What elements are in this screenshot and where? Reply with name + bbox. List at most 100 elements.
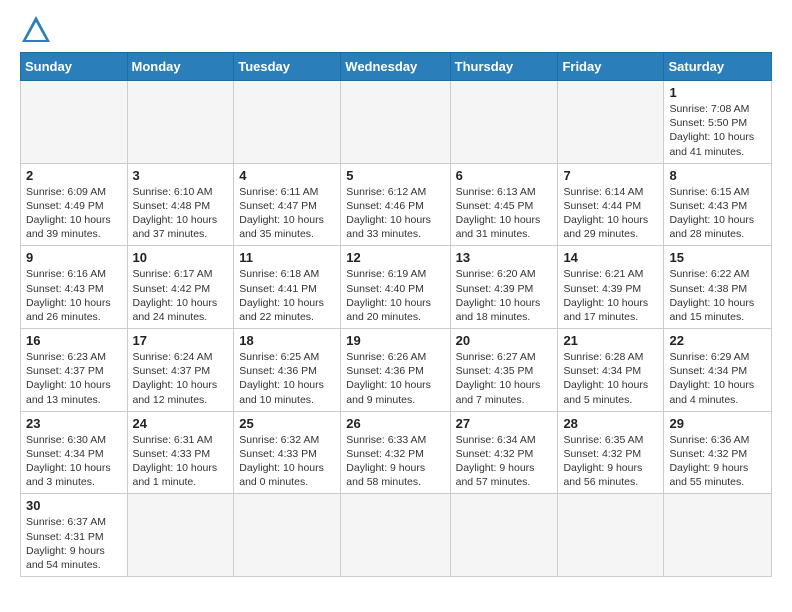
cell-info: Sunrise: 6:24 AM Sunset: 4:37 PM Dayligh…: [133, 350, 229, 407]
calendar-cell: [341, 81, 450, 164]
cell-info: Sunrise: 6:20 AM Sunset: 4:39 PM Dayligh…: [456, 267, 553, 324]
cell-info: Sunrise: 6:13 AM Sunset: 4:45 PM Dayligh…: [456, 185, 553, 242]
date-number: 26: [346, 416, 444, 431]
cell-info: Sunrise: 6:17 AM Sunset: 4:42 PM Dayligh…: [133, 267, 229, 324]
date-number: 27: [456, 416, 553, 431]
calendar-cell: 29Sunrise: 6:36 AM Sunset: 4:32 PM Dayli…: [664, 411, 772, 494]
logo: [20, 16, 50, 44]
cell-info: Sunrise: 6:11 AM Sunset: 4:47 PM Dayligh…: [239, 185, 335, 242]
date-number: 14: [563, 250, 658, 265]
calendar-cell: 5Sunrise: 6:12 AM Sunset: 4:46 PM Daylig…: [341, 163, 450, 246]
calendar-cell: [664, 494, 772, 577]
cell-info: Sunrise: 6:14 AM Sunset: 4:44 PM Dayligh…: [563, 185, 658, 242]
date-number: 2: [26, 168, 122, 183]
cell-info: Sunrise: 6:33 AM Sunset: 4:32 PM Dayligh…: [346, 433, 444, 490]
cell-info: Sunrise: 7:08 AM Sunset: 5:50 PM Dayligh…: [669, 102, 766, 159]
calendar-cell: 24 Sunrise: 6:31 AM Sunset: 4:33 PM Dayli…: [127, 411, 234, 494]
weekday-header-tuesday: Tuesday: [234, 53, 341, 81]
calendar-cell: 6 Sunrise: 6:13 AM Sunset: 4:45 PM Daylig…: [450, 163, 558, 246]
calendar-cell: 15Sunrise: 6:22 AM Sunset: 4:38 PM Dayli…: [664, 246, 772, 329]
cell-info: Sunrise: 6:16 AM Sunset: 4:43 PM Dayligh…: [26, 267, 122, 324]
date-number: 16: [26, 333, 122, 348]
date-number: 7: [563, 168, 658, 183]
cell-info: Sunrise: 6:31 AM Sunset: 4:33 PM Dayligh…: [133, 433, 229, 490]
calendar-header: SundayMondayTuesdayWednesdayThursdayFrid…: [21, 53, 772, 81]
date-number: 18: [239, 333, 335, 348]
calendar-cell: [127, 81, 234, 164]
date-number: 1: [669, 85, 766, 100]
calendar-cell: 26 Sunrise: 6:33 AM Sunset: 4:32 PM Dayli…: [341, 411, 450, 494]
calendar-cell: 28 Sunrise: 6:35 AM Sunset: 4:32 PM Dayli…: [558, 411, 664, 494]
calendar-cell: 20 Sunrise: 6:27 AM Sunset: 4:35 PM Dayli…: [450, 329, 558, 412]
calendar-cell: 14 Sunrise: 6:21 AM Sunset: 4:39 PM Dayli…: [558, 246, 664, 329]
week-row-5: 30Sunrise: 6:37 AM Sunset: 4:31 PM Dayli…: [21, 494, 772, 577]
calendar-cell: 4 Sunrise: 6:11 AM Sunset: 4:47 PM Daylig…: [234, 163, 341, 246]
calendar-cell: 3Sunrise: 6:10 AM Sunset: 4:48 PM Daylig…: [127, 163, 234, 246]
date-number: 9: [26, 250, 122, 265]
cell-info: Sunrise: 6:30 AM Sunset: 4:34 PM Dayligh…: [26, 433, 122, 490]
date-number: 11: [239, 250, 335, 265]
date-number: 3: [133, 168, 229, 183]
date-number: 24: [133, 416, 229, 431]
cell-info: Sunrise: 6:15 AM Sunset: 4:43 PM Dayligh…: [669, 185, 766, 242]
calendar-cell: 16 Sunrise: 6:23 AM Sunset: 4:37 PM Dayli…: [21, 329, 128, 412]
calendar-table: SundayMondayTuesdayWednesdayThursdayFrid…: [20, 52, 772, 577]
calendar-cell: 8 Sunrise: 6:15 AM Sunset: 4:43 PM Daylig…: [664, 163, 772, 246]
weekday-header-sunday: Sunday: [21, 53, 128, 81]
calendar-cell: 11 Sunrise: 6:18 AM Sunset: 4:41 PM Dayli…: [234, 246, 341, 329]
cell-info: Sunrise: 6:34 AM Sunset: 4:32 PM Dayligh…: [456, 433, 553, 490]
calendar-cell: 21Sunrise: 6:28 AM Sunset: 4:34 PM Dayli…: [558, 329, 664, 412]
calendar-cell: [558, 494, 664, 577]
cell-info: Sunrise: 6:19 AM Sunset: 4:40 PM Dayligh…: [346, 267, 444, 324]
cell-info: Sunrise: 6:18 AM Sunset: 4:41 PM Dayligh…: [239, 267, 335, 324]
date-number: 4: [239, 168, 335, 183]
date-number: 28: [563, 416, 658, 431]
calendar-cell: 12 Sunrise: 6:19 AM Sunset: 4:40 PM Dayli…: [341, 246, 450, 329]
date-number: 6: [456, 168, 553, 183]
cell-info: Sunrise: 6:21 AM Sunset: 4:39 PM Dayligh…: [563, 267, 658, 324]
date-number: 12: [346, 250, 444, 265]
weekday-header-thursday: Thursday: [450, 53, 558, 81]
cell-info: Sunrise: 6:26 AM Sunset: 4:36 PM Dayligh…: [346, 350, 444, 407]
calendar-cell: 18 Sunrise: 6:25 AM Sunset: 4:36 PM Dayli…: [234, 329, 341, 412]
week-row-4: 23Sunrise: 6:30 AM Sunset: 4:34 PM Dayli…: [21, 411, 772, 494]
cell-info: Sunrise: 6:37 AM Sunset: 4:31 PM Dayligh…: [26, 515, 122, 572]
calendar-cell: [234, 81, 341, 164]
calendar-cell: 23Sunrise: 6:30 AM Sunset: 4:34 PM Dayli…: [21, 411, 128, 494]
date-number: 20: [456, 333, 553, 348]
calendar-cell: [450, 494, 558, 577]
date-number: 17: [133, 333, 229, 348]
date-number: 22: [669, 333, 766, 348]
calendar-cell: 17 Sunrise: 6:24 AM Sunset: 4:37 PM Dayli…: [127, 329, 234, 412]
calendar-cell: 27 Sunrise: 6:34 AM Sunset: 4:32 PM Dayli…: [450, 411, 558, 494]
date-number: 13: [456, 250, 553, 265]
week-row-3: 16 Sunrise: 6:23 AM Sunset: 4:37 PM Dayli…: [21, 329, 772, 412]
cell-info: Sunrise: 6:27 AM Sunset: 4:35 PM Dayligh…: [456, 350, 553, 407]
calendar-cell: [234, 494, 341, 577]
date-number: 19: [346, 333, 444, 348]
cell-info: Sunrise: 6:35 AM Sunset: 4:32 PM Dayligh…: [563, 433, 658, 490]
calendar-cell: 25Sunrise: 6:32 AM Sunset: 4:33 PM Dayli…: [234, 411, 341, 494]
calendar-cell: 9 Sunrise: 6:16 AM Sunset: 4:43 PM Daylig…: [21, 246, 128, 329]
cell-info: Sunrise: 6:25 AM Sunset: 4:36 PM Dayligh…: [239, 350, 335, 407]
calendar-cell: 7 Sunrise: 6:14 AM Sunset: 4:44 PM Daylig…: [558, 163, 664, 246]
date-number: 8: [669, 168, 766, 183]
calendar-cell: [21, 81, 128, 164]
cell-info: Sunrise: 6:23 AM Sunset: 4:37 PM Dayligh…: [26, 350, 122, 407]
week-row-2: 9 Sunrise: 6:16 AM Sunset: 4:43 PM Daylig…: [21, 246, 772, 329]
cell-info: Sunrise: 6:09 AM Sunset: 4:49 PM Dayligh…: [26, 185, 122, 242]
weekday-header-wednesday: Wednesday: [341, 53, 450, 81]
logo-icon: [22, 16, 50, 42]
cell-info: Sunrise: 6:29 AM Sunset: 4:34 PM Dayligh…: [669, 350, 766, 407]
calendar-cell: 30Sunrise: 6:37 AM Sunset: 4:31 PM Dayli…: [21, 494, 128, 577]
week-row-1: 2 Sunrise: 6:09 AM Sunset: 4:49 PM Daylig…: [21, 163, 772, 246]
calendar-cell: 13 Sunrise: 6:20 AM Sunset: 4:39 PM Dayli…: [450, 246, 558, 329]
calendar-cell: 19 Sunrise: 6:26 AM Sunset: 4:36 PM Dayli…: [341, 329, 450, 412]
calendar-cell: [450, 81, 558, 164]
weekday-header-monday: Monday: [127, 53, 234, 81]
weekday-header-saturday: Saturday: [664, 53, 772, 81]
cell-info: Sunrise: 6:12 AM Sunset: 4:46 PM Dayligh…: [346, 185, 444, 242]
calendar-cell: 22 Sunrise: 6:29 AM Sunset: 4:34 PM Dayli…: [664, 329, 772, 412]
cell-info: Sunrise: 6:36 AM Sunset: 4:32 PM Dayligh…: [669, 433, 766, 490]
calendar-cell: [341, 494, 450, 577]
